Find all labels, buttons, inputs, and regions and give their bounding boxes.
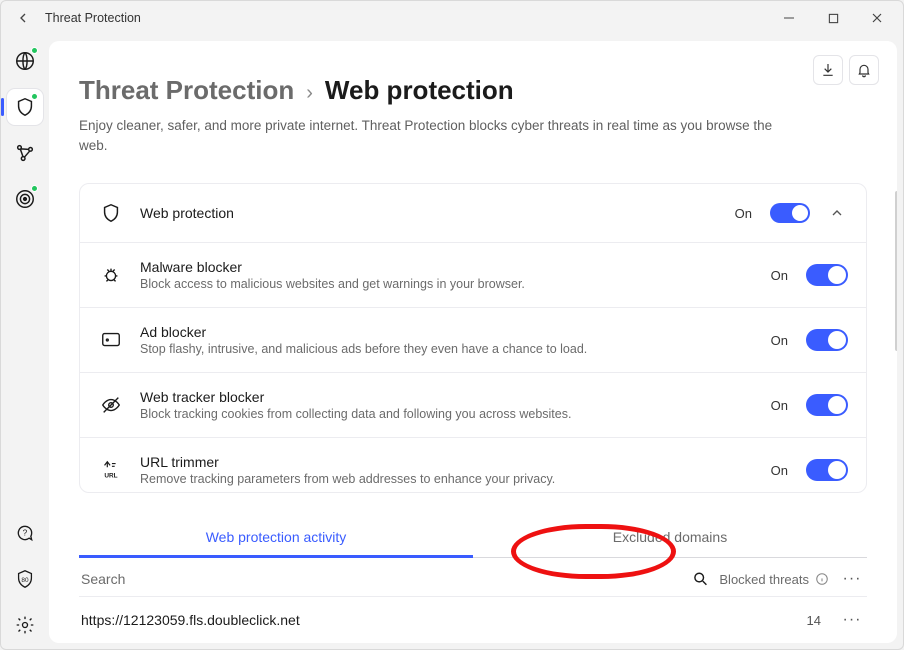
web-protection-toggle[interactable]: [770, 203, 810, 223]
collapse-button[interactable]: [826, 205, 848, 221]
rail-mesh[interactable]: [7, 135, 43, 171]
tracker-blocker-row[interactable]: Web tracker blocker Block tracking cooki…: [80, 372, 866, 437]
rail-target[interactable]: [7, 181, 43, 217]
header-overflow-button[interactable]: ···: [839, 570, 865, 588]
bug-icon: [98, 262, 124, 288]
url-trimmer-row[interactable]: URL URL trimmer Remove tracking paramete…: [80, 437, 866, 493]
rail-shield-count[interactable]: 80: [7, 561, 43, 597]
status-dot: [31, 47, 38, 54]
chevron-up-icon: [829, 205, 845, 221]
chevron-right-icon: ›: [306, 82, 313, 105]
breadcrumb-parent[interactable]: Threat Protection: [79, 75, 294, 106]
malware-toggle[interactable]: [806, 264, 848, 286]
search-icon: [692, 570, 709, 588]
settings-icon: [15, 615, 35, 635]
row-title: Web protection: [140, 205, 719, 221]
activity-row[interactable]: https://12123059.fls.doubleclick.net 14 …: [79, 597, 867, 643]
download-button[interactable]: [813, 55, 843, 85]
row-state: On: [771, 268, 788, 283]
main-panel: Threat Protection › Web protection Enjoy…: [49, 41, 897, 643]
eye-off-icon: [98, 392, 124, 418]
page-title: Web protection: [325, 75, 514, 106]
close-button[interactable]: [855, 4, 899, 32]
minimize-button[interactable]: [767, 4, 811, 32]
web-protection-row[interactable]: Web protection On: [80, 184, 866, 242]
app-window: Threat Protection: [0, 0, 904, 650]
ad-toggle[interactable]: [806, 329, 848, 351]
activity-tabs: Web protection activity Excluded domains: [79, 519, 867, 558]
row-title: Malware blocker: [140, 259, 755, 275]
row-title: URL trimmer: [140, 454, 755, 470]
row-overflow-button[interactable]: ···: [839, 611, 865, 629]
mesh-icon: [14, 142, 36, 164]
status-dot: [31, 93, 38, 100]
row-desc: Remove tracking parameters from web addr…: [140, 472, 755, 486]
url-icon: URL: [98, 457, 124, 483]
bell-icon: [856, 62, 872, 78]
breadcrumb: Threat Protection › Web protection: [79, 75, 867, 106]
page-subtitle: Enjoy cleaner, safer, and more private i…: [79, 116, 799, 155]
status-dot: [31, 185, 38, 192]
ad-icon: [98, 327, 124, 353]
shield80-icon: 80: [14, 568, 36, 590]
titlebar: Threat Protection: [1, 1, 903, 35]
row-desc: Block tracking cookies from collecting d…: [140, 407, 755, 421]
row-desc: Block access to malicious websites and g…: [140, 277, 755, 291]
download-icon: [820, 62, 836, 78]
activity-header: Blocked threats ···: [79, 558, 867, 597]
activity-url: https://12123059.fls.doubleclick.net: [81, 612, 789, 628]
arrow-left-icon: [15, 10, 31, 26]
window-title: Threat Protection: [41, 11, 767, 25]
rail-globe[interactable]: [7, 43, 43, 79]
back-button[interactable]: [5, 10, 41, 26]
info-icon[interactable]: [815, 572, 829, 586]
svg-text:?: ?: [23, 528, 28, 538]
rail-settings[interactable]: [7, 607, 43, 643]
svg-text:80: 80: [21, 577, 29, 584]
shield-outline-icon: [98, 200, 124, 226]
side-rail: ? 80: [1, 35, 49, 649]
row-title: Ad blocker: [140, 324, 755, 340]
activity-count: 14: [789, 613, 839, 628]
row-state: On: [771, 398, 788, 413]
maximize-button[interactable]: [811, 4, 855, 32]
row-desc: Stop flashy, intrusive, and malicious ad…: [140, 342, 755, 356]
scrollbar[interactable]: [895, 191, 897, 351]
tab-activity[interactable]: Web protection activity: [79, 519, 473, 557]
rail-help[interactable]: ?: [7, 515, 43, 551]
ad-blocker-row[interactable]: Ad blocker Stop flashy, intrusive, and m…: [80, 307, 866, 372]
tab-excluded-domains[interactable]: Excluded domains: [473, 519, 867, 557]
notifications-button[interactable]: [849, 55, 879, 85]
features-card: Web protection On Malware blocker Block …: [79, 183, 867, 493]
top-actions: [813, 55, 879, 85]
row-state: On: [735, 206, 752, 221]
row-state: On: [771, 463, 788, 478]
app-body: ? 80 Threat Protection ›: [1, 35, 903, 649]
window-controls: [767, 4, 899, 32]
row-state: On: [771, 333, 788, 348]
chat-icon: ?: [15, 523, 35, 543]
malware-blocker-row[interactable]: Malware blocker Block access to maliciou…: [80, 242, 866, 307]
search-field[interactable]: [81, 570, 709, 588]
blocked-threats-header: Blocked threats: [719, 572, 829, 587]
url-trimmer-toggle[interactable]: [806, 459, 848, 481]
row-title: Web tracker blocker: [140, 389, 755, 405]
rail-shield[interactable]: [7, 89, 43, 125]
search-input[interactable]: [81, 571, 684, 587]
svg-text:URL: URL: [104, 473, 117, 480]
tracker-toggle[interactable]: [806, 394, 848, 416]
